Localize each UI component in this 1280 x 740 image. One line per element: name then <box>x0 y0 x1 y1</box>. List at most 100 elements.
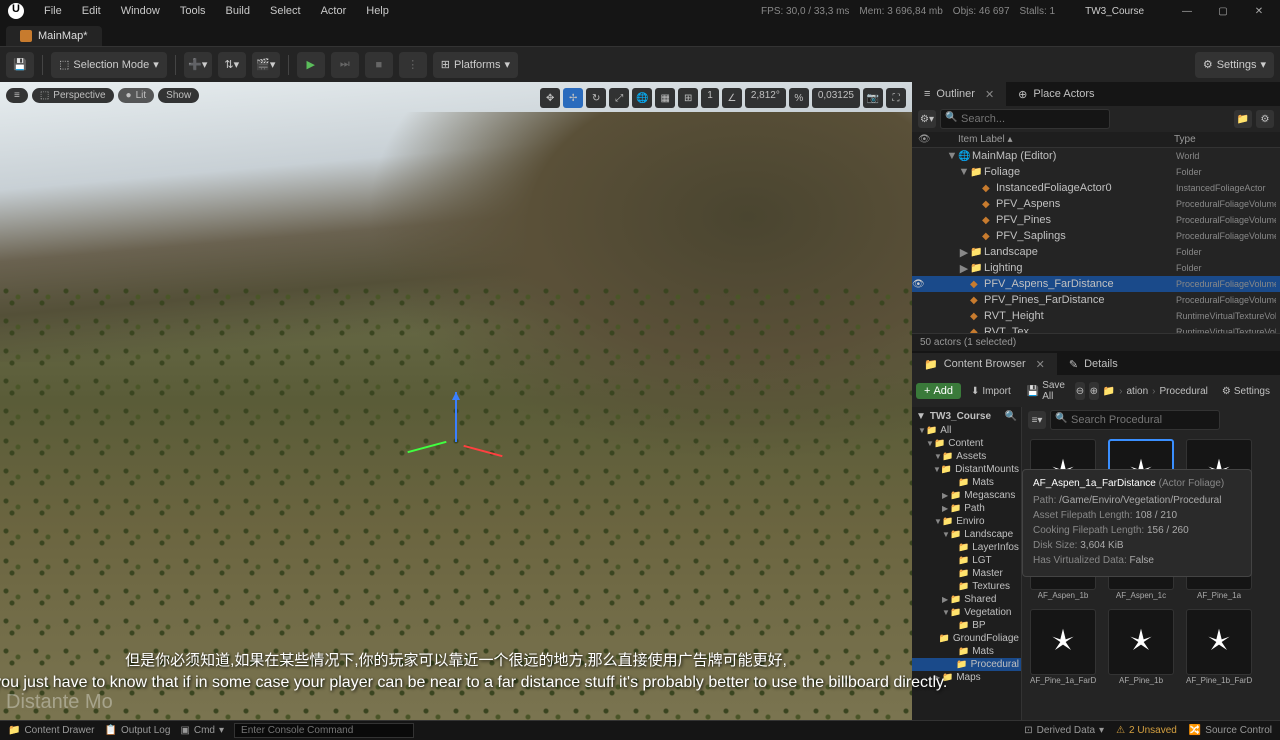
camera-speed-icon[interactable]: 📷 <box>863 88 883 108</box>
menu-file[interactable]: File <box>34 2 72 20</box>
output-log-button[interactable]: 📋 Output Log <box>104 725 170 736</box>
content-browser-tab[interactable]: 📁 Content Browser✕ <box>912 353 1057 375</box>
world-local-icon[interactable]: 🌐 <box>632 88 652 108</box>
source-tree-item[interactable]: ▼📁All <box>912 424 1021 437</box>
source-tree-item[interactable]: ▶📁Path <box>912 502 1021 515</box>
add-button[interactable]: + Add <box>916 383 961 399</box>
outliner-tab[interactable]: ≡ Outliner✕ <box>912 82 1006 106</box>
filter-icon[interactable]: ≡▾ <box>1028 411 1046 429</box>
asset-item[interactable]: AF_Pine_1b <box>1106 609 1176 686</box>
menu-window[interactable]: Window <box>111 2 170 20</box>
outliner-row[interactable]: ◆PFV_SaplingsProceduralFoliageVolume <box>912 228 1280 244</box>
viewport-perspective[interactable]: ⬚ Perspective <box>32 88 114 103</box>
source-tree-item[interactable]: 📁Master <box>912 567 1021 580</box>
mode-selector[interactable]: ⬚Selection Mode▾ <box>51 52 167 78</box>
filter-icon[interactable]: ⚙▾ <box>918 110 936 128</box>
marketplace-button[interactable]: ⇅▾ <box>218 52 246 78</box>
skip-button[interactable]: ⏭ <box>331 52 359 78</box>
scale-tool-icon[interactable]: ⤢ <box>609 88 629 108</box>
source-tree-item[interactable]: 📁LGT <box>912 554 1021 567</box>
menu-select[interactable]: Select <box>260 2 311 20</box>
settings-button[interactable]: ⚙Settings▾ <box>1195 52 1274 78</box>
source-control-button[interactable]: 🔀 Source Control <box>1189 725 1272 736</box>
import-button[interactable]: ⬇ Import <box>965 384 1017 399</box>
derived-data-button[interactable]: ⊡ Derived Data ▾ <box>1024 725 1104 736</box>
outliner-row[interactable]: ▼📁FoliageFolder <box>912 164 1280 180</box>
add-folder-icon[interactable]: 📁 <box>1234 110 1252 128</box>
save-all-button[interactable]: 💾 Save All <box>1021 378 1071 404</box>
minimize-icon[interactable]: — <box>1174 2 1200 20</box>
outliner-row[interactable]: ▶📁LightingFolder <box>912 260 1280 276</box>
outliner-search-input[interactable] <box>940 109 1110 129</box>
outliner-row[interactable]: ◆RVT_HeightRuntimeVirtualTextureVolume <box>912 308 1280 324</box>
source-tree-item[interactable]: 📁Mats <box>912 476 1021 489</box>
source-tree-item[interactable]: ▼📁Enviro <box>912 515 1021 528</box>
select-tool-icon[interactable]: ✥ <box>540 88 560 108</box>
save-button[interactable]: 💾 <box>6 52 34 78</box>
source-tree-item[interactable]: 📁BP <box>912 619 1021 632</box>
content-drawer-button[interactable]: 📁 Content Drawer <box>8 725 94 736</box>
eject-button[interactable]: ⋮ <box>399 52 427 78</box>
folder-icon[interactable]: 📁 <box>1103 386 1115 397</box>
cmd-selector[interactable]: ▣ Cmd ▾ <box>180 725 224 736</box>
close-icon[interactable]: ✕ <box>1246 2 1272 20</box>
source-tree-item[interactable]: ▶📁Megascans <box>912 489 1021 502</box>
add-content-button[interactable]: ➕▾ <box>184 52 212 78</box>
source-tree-item[interactable]: ▼📁DistantMounts <box>912 463 1021 476</box>
menu-help[interactable]: Help <box>356 2 399 20</box>
viewport[interactable]: ≡ ⬚ Perspective ● Lit Show ✥ ✢ ↻ ⤢ 🌐 ▦ ⊞… <box>0 82 912 720</box>
stop-button[interactable]: ■ <box>365 52 393 78</box>
breadcrumb-item[interactable]: Procedural <box>1160 386 1208 397</box>
outliner-row[interactable]: ◆InstancedFoliageActor0InstancedFoliageA… <box>912 180 1280 196</box>
play-button[interactable]: ▶ <box>297 52 325 78</box>
grid-snap-icon[interactable]: ⊞ <box>678 88 698 108</box>
asset-item[interactable]: AF_Pine_1b_FarDistance <box>1184 609 1254 686</box>
content-search-input[interactable] <box>1050 410 1220 430</box>
grid-snap-value[interactable]: 1 <box>701 88 719 108</box>
cinematics-button[interactable]: 🎬▾ <box>252 52 280 78</box>
outliner-row[interactable]: ▶📁LandscapeFolder <box>912 244 1280 260</box>
maximize-icon[interactable]: ▢ <box>1210 2 1236 20</box>
outliner-row[interactable]: ▼🌐MainMap (Editor)World <box>912 148 1280 164</box>
viewport-show[interactable]: Show <box>158 88 199 103</box>
menu-actor[interactable]: Actor <box>311 2 357 20</box>
cb-settings-button[interactable]: ⚙ Settings <box>1216 384 1276 399</box>
viewport-menu[interactable]: ≡ <box>6 88 28 103</box>
details-tab[interactable]: ✎ Details <box>1057 353 1130 375</box>
outliner-row[interactable]: ◆RVT_TexRuntimeVirtualTextureVolume <box>912 324 1280 333</box>
menu-build[interactable]: Build <box>216 2 260 20</box>
outliner-row[interactable]: ◆PFV_AspensProceduralFoliageVolume <box>912 196 1280 212</box>
source-tree-item[interactable]: 📁GroundFoliage <box>912 632 1021 645</box>
menu-edit[interactable]: Edit <box>72 2 111 20</box>
rotate-tool-icon[interactable]: ↻ <box>586 88 606 108</box>
surface-snap-icon[interactable]: ▦ <box>655 88 675 108</box>
source-tree-item[interactable]: ▼📁Assets <box>912 450 1021 463</box>
platforms-button[interactable]: ⊞Platforms▾ <box>433 52 518 78</box>
angle-snap-icon[interactable]: ∠ <box>722 88 742 108</box>
scale-snap-icon[interactable]: % <box>789 88 809 108</box>
source-tree-item[interactable]: ▼📁Content <box>912 437 1021 450</box>
source-tree-item[interactable]: 📁Textures <box>912 580 1021 593</box>
settings-icon[interactable]: ⚙ <box>1256 110 1274 128</box>
viewport-lit[interactable]: ● Lit <box>118 88 155 103</box>
map-tab[interactable]: MainMap* <box>6 26 102 46</box>
outliner-row[interactable]: 👁◆PFV_Aspens_FarDistanceProceduralFoliag… <box>912 276 1280 292</box>
source-tree-item[interactable]: ▼📁Landscape <box>912 528 1021 541</box>
close-icon[interactable]: ✕ <box>1036 358 1045 371</box>
scale-snap-value[interactable]: 0,03125 <box>812 88 860 108</box>
source-tree-item[interactable]: 📁Procedural <box>912 658 1021 671</box>
source-tree-header[interactable]: ▼ TW3_Course🔍 <box>912 409 1021 424</box>
translate-tool-icon[interactable]: ✢ <box>563 88 583 108</box>
console-input[interactable] <box>234 723 414 738</box>
history-fwd-icon[interactable]: ⊕ <box>1089 382 1099 400</box>
asset-item[interactable]: AF_Pine_1a_FarDistance <box>1028 609 1098 686</box>
outliner-row[interactable]: ◆PFV_Pines_FarDistanceProceduralFoliageV… <box>912 292 1280 308</box>
unsaved-button[interactable]: ⚠ 2 Unsaved <box>1116 725 1177 736</box>
place-actors-tab[interactable]: ⊕ Place Actors <box>1006 82 1106 106</box>
menu-tools[interactable]: Tools <box>170 2 216 20</box>
source-tree-item[interactable]: 📁Mats <box>912 645 1021 658</box>
breadcrumb-item[interactable]: ation <box>1126 386 1148 397</box>
outliner-row[interactable]: ◆PFV_PinesProceduralFoliageVolume <box>912 212 1280 228</box>
angle-snap-value[interactable]: 2,812° <box>745 88 786 108</box>
maximize-viewport-icon[interactable]: ⛶ <box>886 88 906 108</box>
